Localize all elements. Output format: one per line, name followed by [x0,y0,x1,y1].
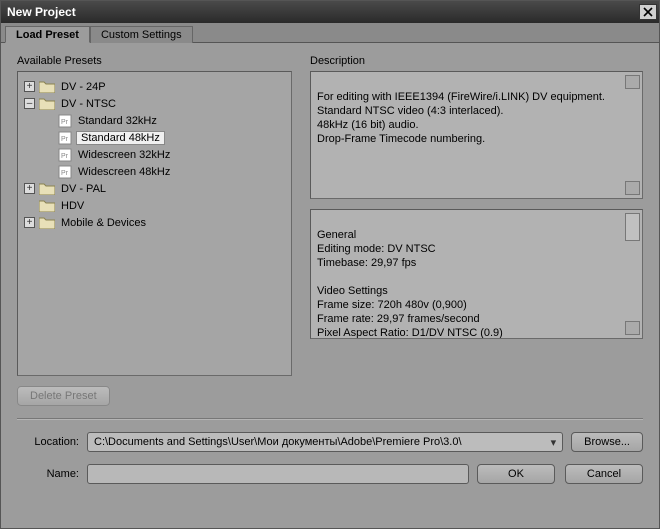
dialog-content: Available Presets + DV - 24P – [1,43,659,506]
scroll-down-icon[interactable] [625,181,640,195]
collapse-icon[interactable]: – [24,98,35,109]
svg-text:Pr: Pr [61,170,69,177]
tree-label: DV - 24P [59,81,108,93]
preset-tree: + DV - 24P – DV - NTSC [22,78,287,231]
expand-icon[interactable]: + [24,183,35,194]
available-presets-label: Available Presets [17,55,292,67]
description-box: For editing with IEEE1394 (FireWire/i.LI… [310,71,643,199]
tree-label: HDV [59,200,86,212]
svg-text:Pr: Pr [61,119,69,126]
close-button[interactable] [639,4,657,20]
titlebar: New Project [1,1,659,23]
tree-label: Widescreen 32kHz [76,149,172,161]
folder-icon [39,199,55,212]
name-label: Name: [17,468,79,480]
tab-bar: Load Preset Custom Settings [1,23,659,43]
preset-icon: Pr [58,165,72,179]
tree-label: DV - NTSC [59,98,118,110]
preset-icon: Pr [58,114,72,128]
expand-icon[interactable]: + [24,81,35,92]
ok-button[interactable]: OK [477,464,555,484]
folder-icon [39,182,55,195]
tree-item-mobile[interactable]: + Mobile & Devices [22,214,287,231]
expand-icon[interactable]: + [24,217,35,228]
tree-label: Mobile & Devices [59,217,148,229]
tree-item-hdv[interactable]: + HDV [22,197,287,214]
folder-icon [39,97,55,110]
browse-button[interactable]: Browse... [571,432,643,452]
preset-standard-32khz[interactable]: Pr Standard 32kHz [42,112,287,129]
tree-item-dv-ntsc[interactable]: – DV - NTSC [22,95,287,112]
tree-label: DV - PAL [59,183,108,195]
description-text: For editing with IEEE1394 (FireWire/i.LI… [317,91,605,145]
scroll-thumb[interactable] [625,213,640,241]
separator [17,418,643,420]
folder-icon [39,216,55,229]
location-label: Location: [17,436,79,448]
svg-text:Pr: Pr [61,153,69,160]
preset-standard-48khz[interactable]: Pr Standard 48kHz [42,129,287,146]
tab-custom-settings[interactable]: Custom Settings [90,26,193,43]
tree-label: Widescreen 48kHz [76,166,172,178]
details-text: General Editing mode: DV NTSC Timebase: … [317,229,503,339]
preset-widescreen-32khz[interactable]: Pr Widescreen 32kHz [42,146,287,163]
scroll-up-icon[interactable] [625,75,640,89]
preset-icon: Pr [58,148,72,162]
location-value: C:\Documents and Settings\User\Мои докум… [94,436,462,448]
details-box: General Editing mode: DV NTSC Timebase: … [310,209,643,339]
delete-preset-button: Delete Preset [17,386,110,406]
tab-load-preset[interactable]: Load Preset [5,26,90,43]
preset-tree-panel: + DV - 24P – DV - NTSC [17,71,292,376]
preset-widescreen-48khz[interactable]: Pr Widescreen 48kHz [42,163,287,180]
window-title: New Project [7,5,76,19]
preset-icon: Pr [58,131,72,145]
tree-label: Standard 48kHz [76,131,165,145]
description-label: Description [310,55,643,67]
svg-text:Pr: Pr [61,136,69,143]
scroll-down-icon[interactable] [625,321,640,335]
name-input[interactable] [87,464,469,484]
location-dropdown[interactable]: C:\Documents and Settings\User\Мои докум… [87,432,563,452]
folder-icon [39,80,55,93]
tree-item-dv-pal[interactable]: + DV - PAL [22,180,287,197]
close-icon [643,7,653,17]
tree-label: Standard 32kHz [76,115,159,127]
new-project-dialog: New Project Load Preset Custom Settings … [0,0,660,529]
cancel-button[interactable]: Cancel [565,464,643,484]
tree-item-dv-24p[interactable]: + DV - 24P [22,78,287,95]
